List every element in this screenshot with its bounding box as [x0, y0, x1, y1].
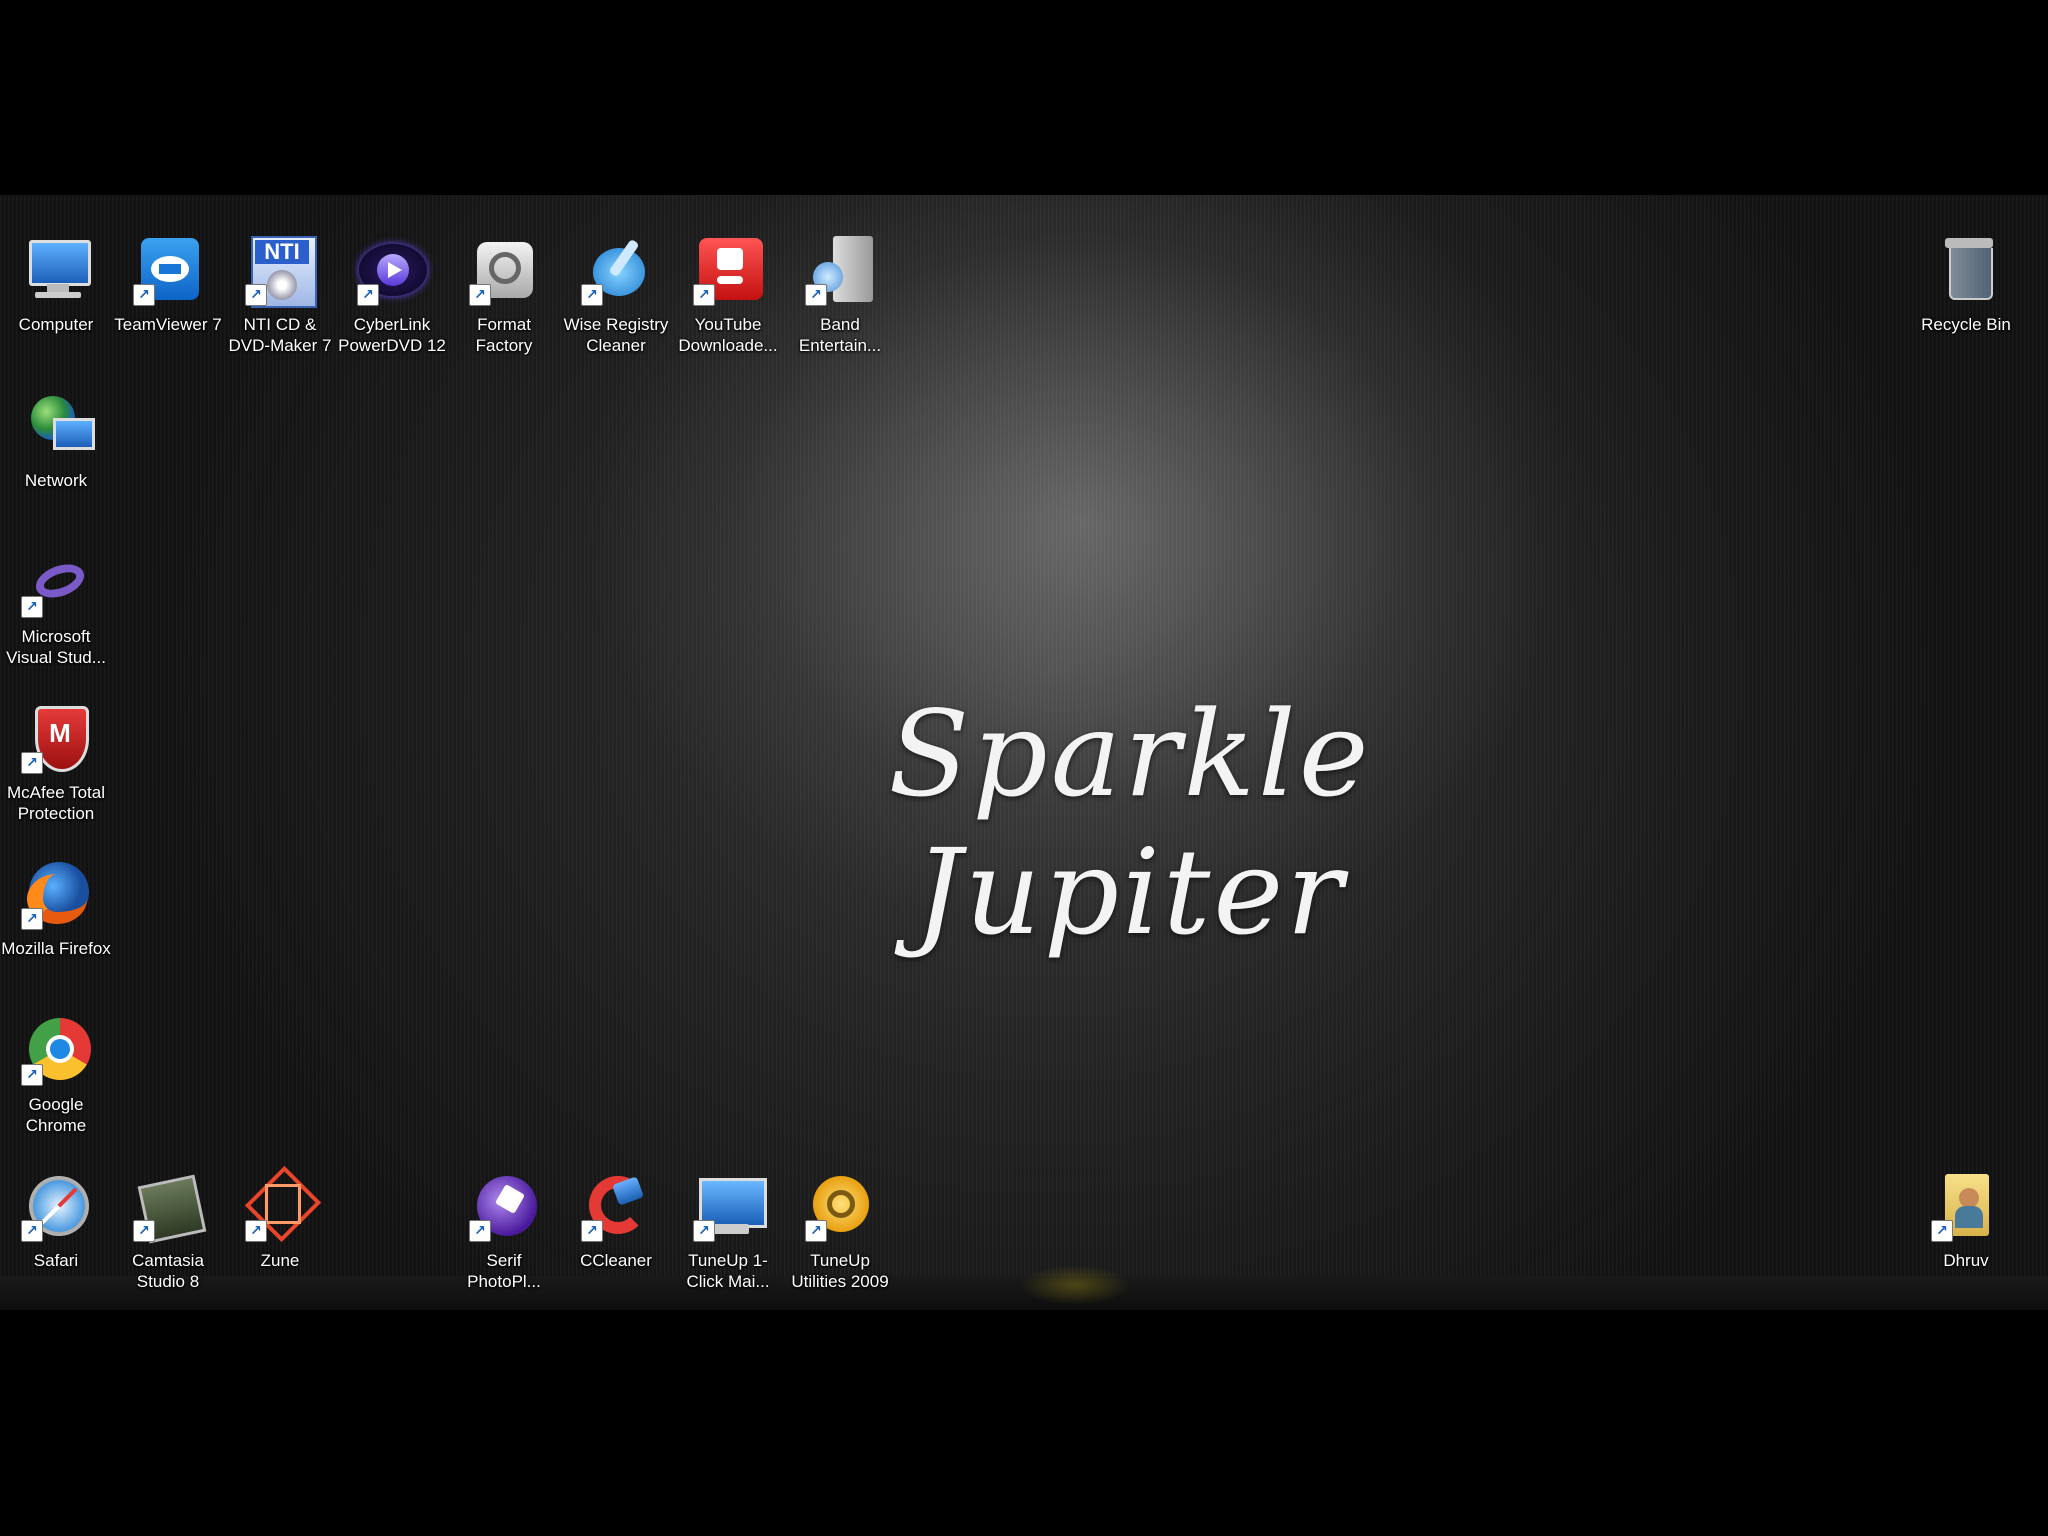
shortcut-arrow-icon: ↗: [469, 284, 491, 306]
desktop-icon-band[interactable]: ↗ Band Entertain...: [784, 228, 896, 368]
desktop-icon-label: TeamViewer 7: [114, 315, 222, 334]
desktop-icon-label: Format Factory: [475, 315, 533, 355]
desktop-icon-zune[interactable]: ↗ Zune: [224, 1164, 336, 1304]
user-folder-icon: ↗: [1929, 1170, 2003, 1244]
desktop-icon-label: TuneUp 1-Click Mai...: [686, 1251, 770, 1291]
shortcut-arrow-icon: ↗: [805, 284, 827, 306]
tuneup-1-click-icon: ↗: [691, 1170, 767, 1244]
zune-icon: ↗: [243, 1165, 322, 1244]
desktop-icon-label: Microsoft Visual Stud...: [6, 627, 106, 667]
desktop-icon-wise-registry[interactable]: ↗ Wise Registry Cleaner: [560, 228, 672, 368]
band-entertainment-icon: ↗: [803, 234, 877, 308]
desktop-icon-ccleaner[interactable]: ↗ CCleaner: [560, 1164, 672, 1304]
tuneup-utilities-icon: ↗: [803, 1170, 877, 1244]
desktop-icon-format-factory[interactable]: ↗ Format Factory: [448, 228, 560, 368]
shortcut-arrow-icon: ↗: [581, 284, 603, 306]
shortcut-arrow-icon: ↗: [21, 752, 43, 774]
desktop-icon-recycle-bin[interactable]: Recycle Bin: [1910, 228, 2022, 368]
camtasia-icon: ↗: [131, 1170, 207, 1244]
chrome-icon: ↗: [19, 1014, 93, 1088]
network-icon: [19, 390, 95, 464]
format-factory-icon: ↗: [467, 234, 541, 308]
shortcut-arrow-icon: ↗: [133, 1220, 155, 1242]
shortcut-arrow-icon: ↗: [693, 284, 715, 306]
desktop-icon-safari[interactable]: ↗ Safari: [0, 1164, 112, 1304]
shortcut-arrow-icon: ↗: [357, 284, 379, 306]
shortcut-arrow-icon: ↗: [245, 1220, 267, 1242]
desktop-icon-label: Network: [24, 471, 88, 490]
desktop-icon-label: Mozilla Firefox: [1, 939, 111, 958]
desktop-icon-youtube-downloader[interactable]: ↗ YouTube Downloade...: [672, 228, 784, 368]
serif-photoplus-icon: ↗: [467, 1170, 541, 1244]
desktop-icon-label: NTI CD & DVD-Maker 7: [228, 315, 332, 355]
desktop-icon-label: Recycle Bin: [1921, 315, 2011, 334]
shortcut-arrow-icon: ↗: [21, 596, 43, 618]
powerdvd-icon: ↗: [355, 234, 429, 308]
youtube-downloader-icon: ↗: [691, 234, 765, 308]
desktop-icon-serif[interactable]: ↗ Serif PhotoPl...: [448, 1164, 560, 1304]
nti-cd-dvd-icon: NTI ↗: [243, 234, 317, 308]
visual-studio-icon: ↗: [19, 546, 93, 620]
shortcut-arrow-icon: ↗: [693, 1220, 715, 1242]
shortcut-arrow-icon: ↗: [581, 1220, 603, 1242]
desktop-icon-label: Serif PhotoPl...: [467, 1251, 541, 1291]
desktop-icon-mcafee[interactable]: M ↗ McAfee Total Protection: [0, 696, 112, 836]
safari-compass-icon: ↗: [19, 1170, 93, 1244]
desktop-icon-chrome[interactable]: ↗ Google Chrome: [0, 1008, 112, 1148]
desktop-icon-dhruv[interactable]: ↗ Dhruv: [1910, 1164, 2022, 1304]
desktop-icon-label: Google Chrome: [25, 1095, 87, 1135]
desktop-icon-teamviewer[interactable]: ↗ TeamViewer 7: [112, 228, 224, 368]
desktop-icon-firefox[interactable]: ↗ Mozilla Firefox: [0, 852, 112, 992]
desktop-icon-label: YouTube Downloade...: [678, 315, 778, 355]
shortcut-arrow-icon: ↗: [469, 1220, 491, 1242]
desktop-icon-tuneup-1click[interactable]: ↗ TuneUp 1-Click Mai...: [672, 1164, 784, 1304]
ccleaner-icon: ↗: [579, 1170, 653, 1244]
desktop-icon-label: CCleaner: [580, 1251, 652, 1270]
desktop-icon-computer[interactable]: Computer: [0, 228, 112, 368]
desktop-icon-network[interactable]: Network: [0, 384, 112, 524]
desktop-icon-label: Computer: [18, 315, 94, 334]
shortcut-arrow-icon: ↗: [21, 1220, 43, 1242]
desktop-icon-label: Band Entertain...: [798, 315, 882, 355]
mcafee-shield-icon: M ↗: [19, 702, 93, 776]
shortcut-arrow-icon: ↗: [21, 1064, 43, 1086]
desktop-icon-label: CyberLink PowerDVD 12: [338, 315, 446, 355]
desktop-icon-label: Zune: [260, 1251, 300, 1270]
shortcut-arrow-icon: ↗: [133, 284, 155, 306]
desktop-icon-cyberlink[interactable]: ↗ CyberLink PowerDVD 12: [336, 228, 448, 368]
shortcut-arrow-icon: ↗: [21, 908, 43, 930]
desktop-icon-label: Dhruv: [1943, 1251, 1989, 1270]
desktop-icon-label: TuneUp Utilities 2009: [791, 1251, 889, 1291]
teamviewer-icon: ↗: [131, 234, 205, 308]
shortcut-arrow-icon: ↗: [1931, 1220, 1953, 1242]
desktop-icon-visual-studio[interactable]: ↗ Microsoft Visual Stud...: [0, 540, 112, 680]
desktop-icon-label: McAfee Total Protection: [7, 783, 105, 823]
recycle-bin-icon: [1929, 234, 2003, 308]
desktop-icon-label: Camtasia Studio 8: [132, 1251, 204, 1291]
wallpaper-title: Sparkle Jupiter: [888, 685, 1372, 961]
wise-registry-cleaner-icon: ↗: [579, 234, 653, 308]
taskbar-glow: [1020, 1265, 1130, 1305]
shortcut-arrow-icon: ↗: [245, 284, 267, 306]
shortcut-arrow-icon: ↗: [805, 1220, 827, 1242]
desktop-icon-tuneup-utilities[interactable]: ↗ TuneUp Utilities 2009: [784, 1164, 896, 1304]
desktop-icon-camtasia[interactable]: ↗ Camtasia Studio 8: [112, 1164, 224, 1304]
desktop-icon-label: Safari: [33, 1251, 79, 1270]
computer-icon: [19, 234, 93, 308]
desktop-icon-label: Wise Registry Cleaner: [563, 315, 669, 355]
desktop-icon-nti[interactable]: NTI ↗ NTI CD & DVD-Maker 7: [224, 228, 336, 368]
firefox-icon: ↗: [19, 858, 93, 932]
